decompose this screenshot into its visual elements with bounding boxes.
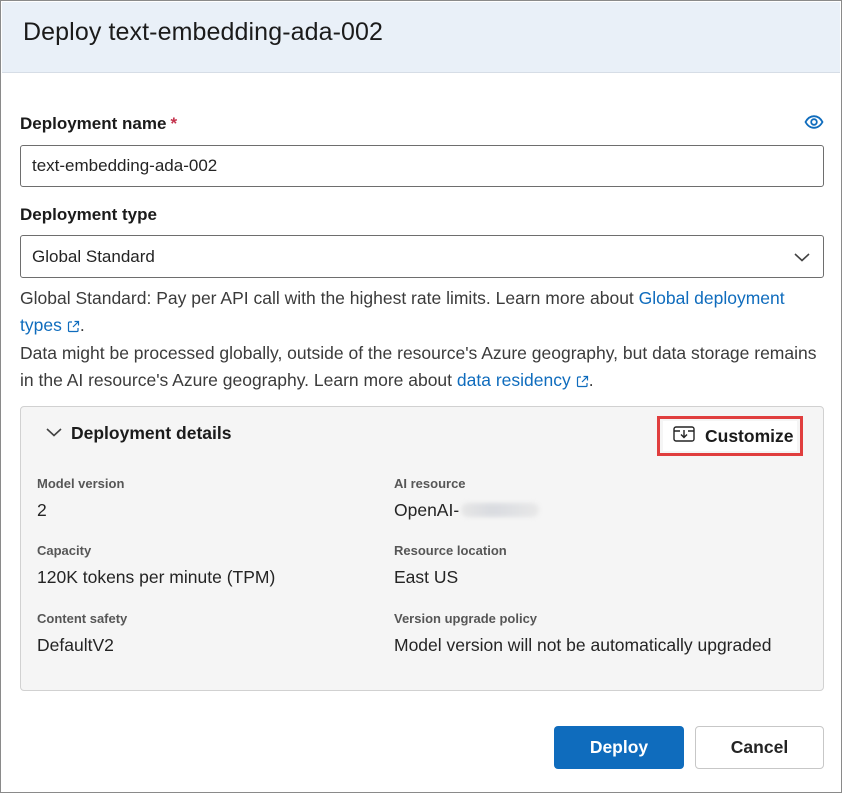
model-version-label: Model version (37, 476, 125, 491)
capacity-field: Capacity 120K tokens per minute (TPM) (37, 543, 275, 588)
content-safety-label: Content safety (37, 611, 128, 626)
content-safety-value: DefaultV2 (37, 635, 114, 655)
deployment-name-label: Deployment name * (20, 114, 177, 134)
customize-label: Customize (705, 425, 794, 446)
deploy-button[interactable]: Deploy (554, 726, 684, 769)
deployment-type-select[interactable]: Global Standard (20, 235, 824, 278)
content-safety-field: Content safety DefaultV2 (37, 611, 127, 656)
model-version-field: Model version 2 (37, 476, 124, 521)
customize-button[interactable]: Customize (663, 421, 797, 451)
ai-resource-value-text: OpenAI- (394, 500, 460, 520)
deployment-type-description: Global Standard: Pay per API call with t… (20, 285, 820, 341)
redacted-blur (461, 503, 540, 517)
description-text: Global Standard: Pay per API call with t… (20, 288, 639, 308)
deployment-name-input[interactable]: text-embedding-ada-002 (20, 145, 824, 187)
resource-location-field: Resource location East US (394, 543, 507, 588)
customize-highlight: Customize (657, 416, 803, 456)
ai-resource-label: AI resource (394, 476, 466, 491)
deployment-type-selected: Global Standard (32, 246, 155, 266)
deployment-details-panel: Deployment details Customize Model versi… (20, 406, 824, 691)
cancel-button[interactable]: Cancel (695, 726, 824, 769)
resource-location-label: Resource location (394, 543, 507, 558)
data-residency-link-text[interactable]: data residency (457, 370, 571, 390)
description-end: . (79, 315, 85, 335)
eye-icon[interactable] (801, 111, 827, 133)
external-link-icon (67, 314, 80, 341)
deployment-details-title: Deployment details (71, 423, 232, 443)
data-residency-description: Data might be processed globally, outsid… (20, 340, 820, 396)
deployment-details-toggle[interactable]: Deployment details (45, 423, 231, 444)
residency-text: Data might be processed globally, outsid… (20, 343, 817, 390)
ai-resource-value: OpenAI- (394, 500, 540, 521)
ai-resource-field: AI resource OpenAI- (394, 476, 540, 521)
data-residency-link[interactable]: data residency (457, 370, 589, 390)
deployment-name-label-text: Deployment name (20, 114, 167, 133)
dialog-header: Deploy text-embedding-ada-002 (2, 2, 840, 73)
residency-end: . (588, 370, 594, 390)
capacity-label: Capacity (37, 543, 92, 558)
deploy-dialog: Deploy text-embedding-ada-002 Deployment… (0, 0, 842, 793)
required-marker: * (170, 114, 178, 133)
version-upgrade-policy-field: Version upgrade policy Model version wil… (394, 611, 771, 656)
external-link-icon (576, 369, 589, 396)
deployment-type-label: Deployment type (20, 205, 157, 224)
capacity-value: 120K tokens per minute (TPM) (37, 567, 276, 587)
model-version-value: 2 (37, 500, 47, 520)
dialog-title: Deploy text-embedding-ada-002 (23, 18, 384, 46)
resource-location-value: East US (394, 567, 459, 587)
chevron-down-icon (793, 248, 811, 268)
customize-icon (673, 425, 695, 447)
version-upgrade-policy-value: Model version will not be automatically … (394, 635, 772, 655)
chevron-down-icon (45, 425, 63, 443)
version-upgrade-policy-label: Version upgrade policy (394, 611, 538, 626)
